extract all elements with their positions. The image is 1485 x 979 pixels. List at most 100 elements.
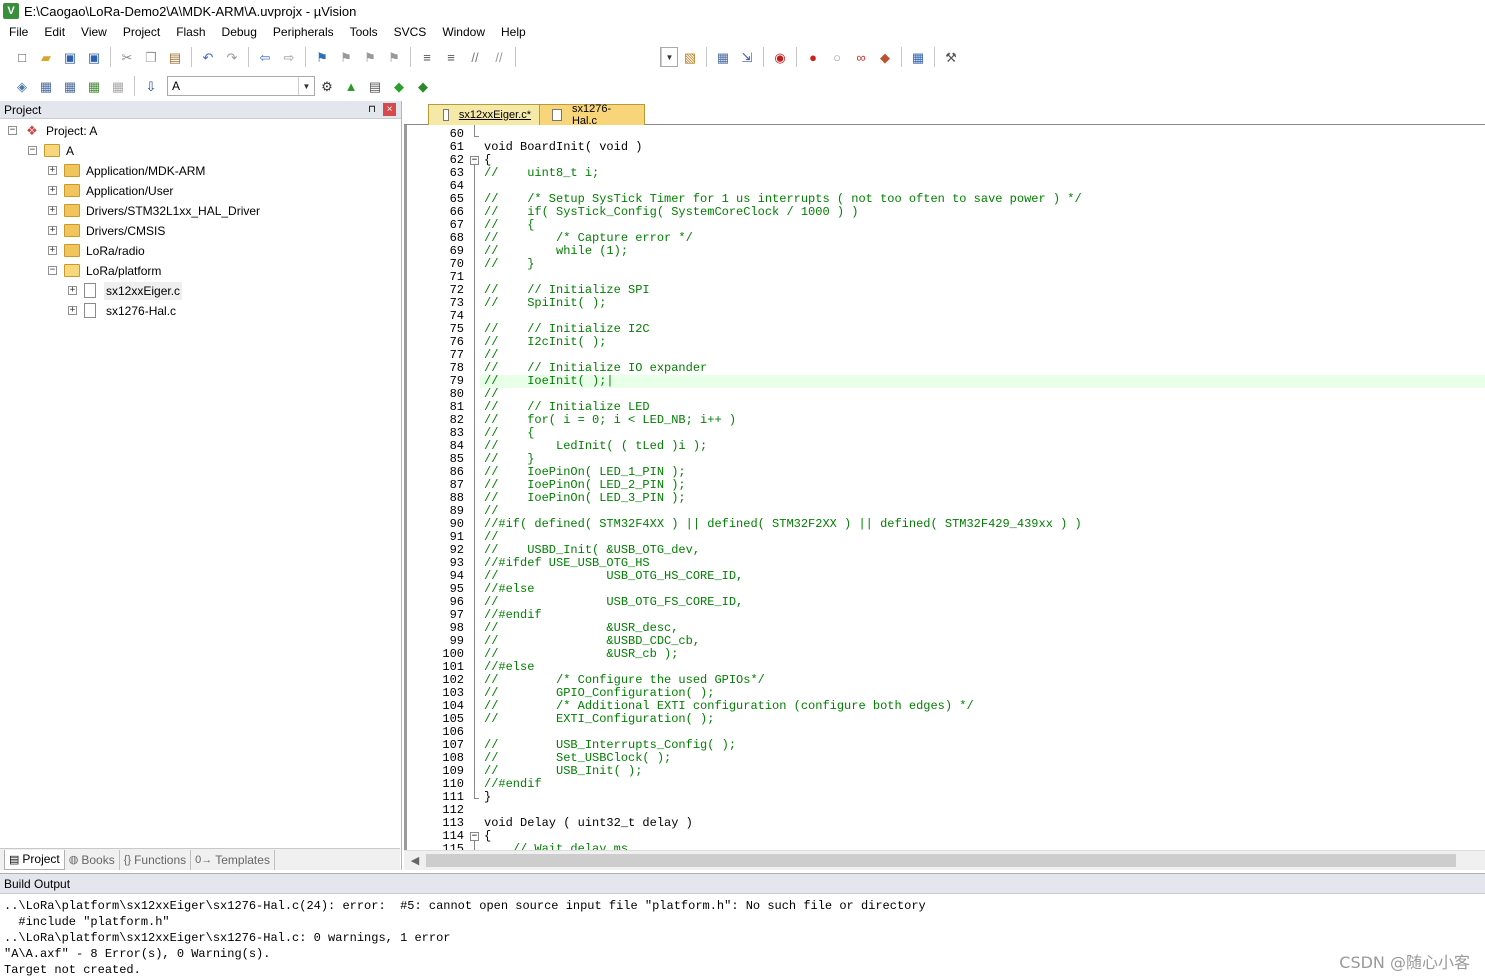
code-line[interactable]: // Wait delay ms [480, 843, 1485, 851]
menu-project[interactable]: Project [115, 22, 168, 42]
cut-icon[interactable]: ✂ [117, 47, 137, 67]
menu-debug[interactable]: Debug [214, 22, 265, 42]
manage-components-icon[interactable]: ▲ [341, 76, 361, 96]
menu-peripherals[interactable]: Peripherals [265, 22, 342, 42]
expand-icon[interactable]: + [48, 166, 57, 175]
editor-tab-1[interactable]: sx12xxEiger.c* [428, 104, 540, 125]
tree-item[interactable]: + Application/User [0, 181, 400, 201]
tab-functions[interactable]: {} Functions [120, 849, 192, 870]
code-line[interactable]: // /* Capture error */ [480, 232, 1485, 245]
collapse-icon[interactable]: − [28, 146, 37, 155]
target-options-icon[interactable]: ⚙ [317, 76, 337, 96]
translate-icon[interactable]: ◈ [12, 76, 32, 96]
pin-icon[interactable]: ⊓ [364, 104, 380, 115]
tab-templates[interactable]: 0→ Templates [191, 849, 275, 870]
horizontal-scrollbar[interactable]: ◀ [404, 850, 1485, 870]
unindent-icon[interactable]: ≡ [441, 47, 461, 67]
code-line[interactable]: // IoeInit( );| [480, 375, 1485, 388]
find-in-files-icon[interactable]: ▧ [680, 47, 700, 67]
incremental-find-icon[interactable]: ⇲ [737, 47, 757, 67]
configure-icon[interactable]: ⚒ [941, 47, 961, 67]
tree-item[interactable]: + Drivers/STM32L1xx_HAL_Driver [0, 201, 400, 221]
bookmark-icon[interactable]: ⚑ [312, 47, 332, 67]
tree-item[interactable]: + LoRa/radio [0, 241, 400, 261]
menu-file[interactable]: File [0, 22, 36, 42]
expand-icon[interactable]: + [48, 186, 57, 195]
expand-icon[interactable]: + [48, 226, 57, 235]
redo-icon[interactable]: ↷ [222, 47, 242, 67]
target-select[interactable]: A ▼ [167, 76, 315, 96]
expand-icon[interactable]: + [68, 306, 77, 315]
undo-icon[interactable]: ↶ [198, 47, 218, 67]
stop-build-icon[interactable]: ▦ [108, 76, 128, 96]
uncomment-icon[interactable]: // [489, 47, 509, 67]
code-line[interactable]: // USB_Init( ); [480, 765, 1485, 778]
code-line[interactable]: // &USR_cb ); [480, 648, 1485, 661]
menu-svcs[interactable]: SVCS [386, 22, 435, 42]
nav-forward-icon[interactable]: ⇨ [279, 47, 299, 67]
new-file-icon[interactable]: □ [12, 47, 32, 67]
code-line[interactable]: // IoePinOn( LED_3_PIN ); [480, 492, 1485, 505]
code-line[interactable]: // USB_OTG_FS_CORE_ID, [480, 596, 1485, 609]
find-combo[interactable]: ▼ [660, 47, 678, 67]
batch-build-icon[interactable]: ▦ [84, 76, 104, 96]
scrollbar-thumb[interactable] [426, 854, 1456, 867]
code-line[interactable]: // SpiInit( ); [480, 297, 1485, 310]
debug-session-icon[interactable]: ◉ [770, 47, 790, 67]
save-all-icon[interactable]: ▣ [84, 47, 104, 67]
menu-window[interactable]: Window [434, 22, 493, 42]
code-line[interactable]: // EXTI_Configuration( ); [480, 713, 1485, 726]
file-extensions-icon[interactable]: ▤ [365, 76, 385, 96]
find-icon[interactable]: ▦ [713, 47, 733, 67]
code-line[interactable]: //#endif [480, 778, 1485, 791]
code-line[interactable]: void Delay ( uint32_t delay ) [480, 817, 1485, 830]
menu-flash[interactable]: Flash [168, 22, 213, 42]
menu-view[interactable]: View [73, 22, 115, 42]
code-line[interactable]: // while (1); [480, 245, 1485, 258]
code-line[interactable]: } [480, 791, 1485, 804]
indent-icon[interactable]: ≡ [417, 47, 437, 67]
code-line[interactable]: // // Initialize IO expander [480, 362, 1485, 375]
window-layout-icon[interactable]: ▦ [908, 47, 928, 67]
next-bookmark-icon[interactable]: ⚑ [360, 47, 380, 67]
code-line[interactable]: // USB_OTG_HS_CORE_ID, [480, 570, 1485, 583]
collapse-icon[interactable]: − [48, 266, 57, 275]
expand-icon[interactable]: + [48, 206, 57, 215]
code-line[interactable]: // if( SysTick_Config( SystemCoreClock /… [480, 206, 1485, 219]
menu-help[interactable]: Help [493, 22, 534, 42]
code-line[interactable]: // // Initialize I2C [480, 323, 1485, 336]
build-output-text[interactable]: ..\LoRa\platform\sx12xxEiger\sx1276-Hal.… [0, 894, 1485, 978]
clear-bookmarks-icon[interactable]: ⚑ [384, 47, 404, 67]
editor-tab-2[interactable]: sx1276-Hal.c [537, 103, 645, 127]
expand-icon[interactable]: + [68, 286, 77, 295]
scroll-left-icon[interactable]: ◀ [408, 853, 422, 869]
comment-icon[interactable]: // [465, 47, 485, 67]
code-line[interactable]: // } [480, 258, 1485, 271]
code-line[interactable]: { [480, 830, 1485, 843]
disable-breakpoint-icon[interactable]: ○ [827, 47, 847, 67]
select-packs-icon[interactable]: ◆ [389, 76, 409, 96]
kill-all-breakpoints-icon[interactable]: ◆ [875, 47, 895, 67]
rebuild-icon[interactable]: ▦ [60, 76, 80, 96]
tree-item[interactable]: − LoRa/platform [0, 261, 400, 281]
tree-item[interactable]: + Drivers/CMSIS [0, 221, 400, 241]
tree-item[interactable]: − ❖ Project: A [0, 121, 400, 141]
menu-tools[interactable]: Tools [342, 22, 386, 42]
tree-item[interactable]: − A [0, 141, 400, 161]
code-editor[interactable]: 60 61 62 63 64 65 66 67 68 69 70 71 72 73 74 75 76 77 78 79… [404, 125, 1485, 850]
paste-icon[interactable]: ▤ [165, 47, 185, 67]
nav-back-icon[interactable]: ⇦ [255, 47, 275, 67]
collapse-icon[interactable]: − [8, 126, 17, 135]
code-line[interactable]: //#if( defined( STM32F4XX ) || defined( … [480, 518, 1485, 531]
close-icon[interactable]: × [383, 103, 396, 116]
code-line[interactable]: // LedInit( ( tLed )i ); [480, 440, 1485, 453]
code-line[interactable]: // uint8_t i; [480, 167, 1485, 180]
breakpoint-icon[interactable]: ● [803, 47, 823, 67]
code-line[interactable]: // I2cInit( ); [480, 336, 1485, 349]
pack-installer-icon[interactable]: ◆ [413, 76, 433, 96]
download-icon[interactable]: ⇩ [141, 76, 161, 96]
code-line[interactable]: { [480, 154, 1485, 167]
copy-icon[interactable]: ❐ [141, 47, 161, 67]
fold-collapse-icon[interactable]: − [470, 832, 479, 841]
tree-item[interactable]: + Application/MDK-ARM [0, 161, 400, 181]
